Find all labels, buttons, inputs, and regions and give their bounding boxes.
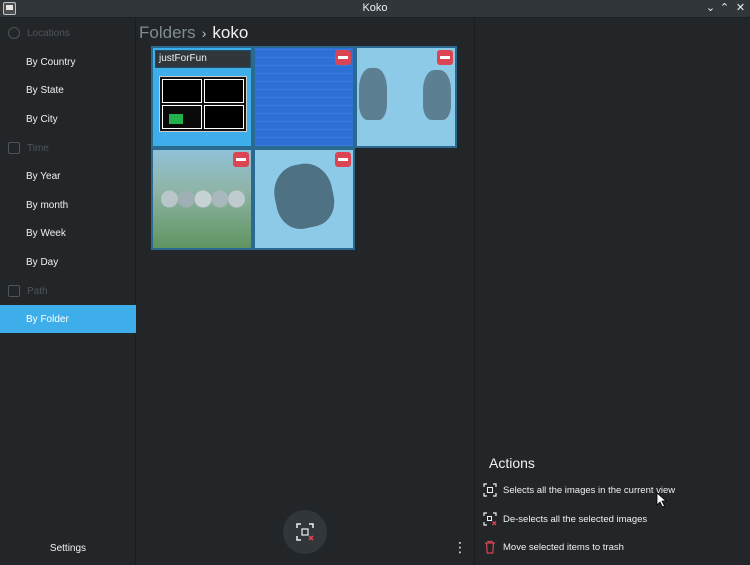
sidebar-item-by-country[interactable]: By Country [0,48,136,76]
section-label: Locations [27,27,70,39]
grid-tile-image[interactable] [253,46,355,148]
select-all-icon [483,483,497,497]
folder-preview-image [159,76,247,132]
sidebar-item-label: By Week [26,227,66,239]
dog-photo-image [359,68,387,120]
deselect-all-action[interactable]: De-selects all the selected images [483,510,743,528]
sidebar-item-label: By Folder [26,313,69,325]
deselect-all-icon [483,512,497,526]
breadcrumb-parent[interactable]: Folders [139,23,196,43]
dog-photo-image [268,158,340,234]
grid-tile-folder[interactable]: justForFun [151,46,253,148]
actions-panel: Actions Selects all the images in the cu… [474,19,750,565]
main-view: Folders › koko justForFun ⋮ [137,19,473,565]
sidebar-item-by-year[interactable]: By Year [0,162,136,190]
sidebar-section-locations: Locations [0,19,136,47]
sidebar-item-label: By Day [26,256,59,268]
section-label: Path [27,285,48,297]
sidebar-item-by-folder[interactable]: By Folder [0,305,136,333]
sidebar-item-label: By State [26,84,64,96]
sidebar-item-label: By City [26,113,58,125]
breadcrumb-separator-icon: › [201,25,207,41]
sidebar-item-label: By Year [26,170,61,182]
section-label: Time [27,142,49,154]
grid-tile-image[interactable] [253,148,355,250]
selection-mode-icon [296,523,314,541]
close-icon[interactable]: ✕ [733,1,748,16]
grid-tile-image[interactable] [355,46,457,148]
breadcrumb-current: koko [212,23,249,42]
remove-icon[interactable] [335,50,351,65]
trash-action[interactable]: Move selected items to trash [483,538,743,556]
minimize-icon[interactable]: ⌄ [703,1,718,16]
sidebar-item-by-month[interactable]: By month [0,191,136,219]
trash-icon [485,540,495,554]
sidebar-item-by-week[interactable]: By Week [0,219,136,247]
sidebar-item-by-city[interactable]: By City [0,105,136,133]
overflow-menu-icon[interactable]: ⋮ [452,539,468,555]
sidebar-section-path: Path [0,277,136,305]
window-title: Koko [362,2,388,14]
folder-name-label: justForFun [155,50,251,68]
sidebar-item-by-state[interactable]: By State [0,76,136,104]
calendar-icon [8,142,20,154]
sidebar: Locations By Country By State By City Ti… [0,19,136,565]
sidebar-item-label: By month [26,199,69,211]
image-grid: justForFun [151,46,457,250]
settings-button[interactable]: Settings [0,543,136,554]
actions-title: Actions [489,455,535,471]
folder-icon [8,285,20,297]
remove-icon[interactable] [437,50,453,65]
action-label: Move selected items to trash [503,541,624,553]
globe-icon [8,27,20,39]
action-label: De-selects all the selected images [503,513,648,525]
sidebar-section-time: Time [0,134,136,162]
window-titlebar: Koko ⌄ ⌃ ✕ [0,0,750,18]
mouse-cursor-icon [656,492,668,508]
remove-icon[interactable] [233,152,249,167]
grid-tile-image[interactable] [151,148,253,250]
breadcrumb: Folders › koko [139,21,248,45]
remove-icon[interactable] [335,152,351,167]
sidebar-item-by-day[interactable]: By Day [0,248,136,276]
select-mode-button[interactable] [283,510,327,554]
sidebar-item-label: By Country [26,56,76,68]
maximize-icon[interactable]: ⌃ [717,1,732,16]
action-label: Selects all the images in the current vi… [503,484,676,496]
select-all-action[interactable]: Selects all the images in the current vi… [483,481,743,499]
